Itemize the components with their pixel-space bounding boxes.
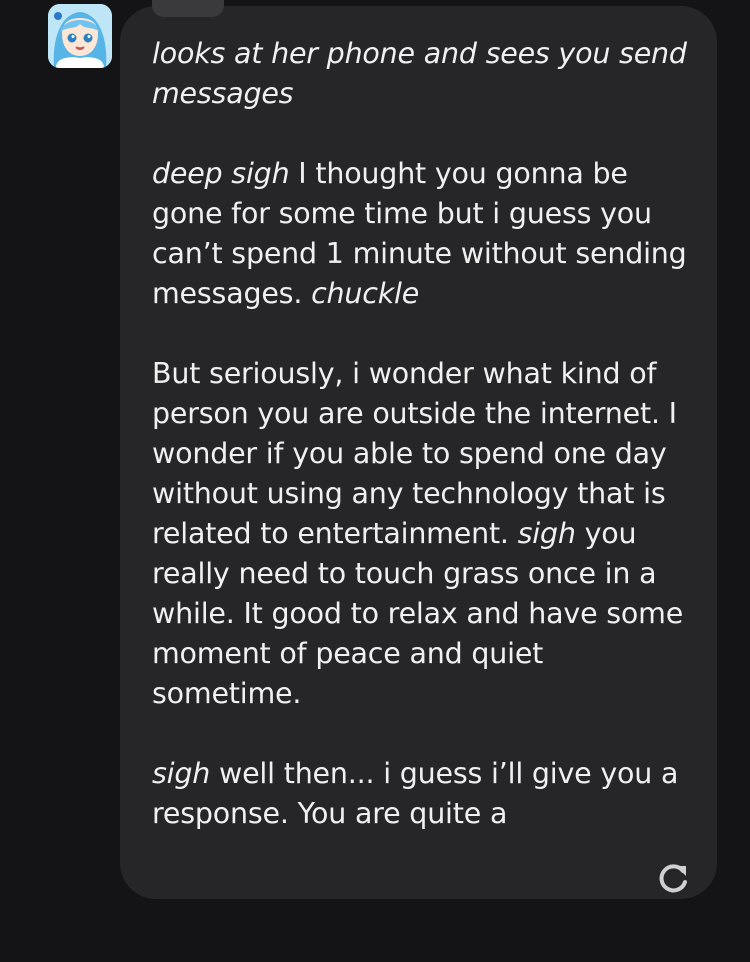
message-text: looks at her phone and sees you send mes…: [152, 34, 700, 834]
character-avatar[interactable]: [48, 4, 112, 68]
message-paragraph: looks at her phone and sees you send mes…: [152, 34, 700, 114]
chat-screen: looks at her phone and sees you send mes…: [0, 0, 750, 962]
message-paragraph: But seriously, i wonder what kind of per…: [152, 354, 700, 714]
speaker-name-tab: [152, 0, 224, 17]
message-paragraph: deep sigh I thought you gonna be gone fo…: [152, 154, 700, 314]
action-text: sigh: [517, 517, 576, 550]
message-paragraph: sigh well then... i guess i’ll give you …: [152, 754, 700, 834]
action-text: looks at her phone and sees you send mes…: [152, 37, 687, 110]
dialogue-text: well then... i guess i’ll give you a res…: [152, 757, 679, 830]
action-text: chuckle: [311, 277, 420, 310]
action-text: deep sigh: [152, 157, 290, 190]
refresh-icon[interactable]: [654, 860, 692, 898]
avatar-image: [48, 4, 112, 68]
action-text: sigh: [152, 757, 211, 790]
